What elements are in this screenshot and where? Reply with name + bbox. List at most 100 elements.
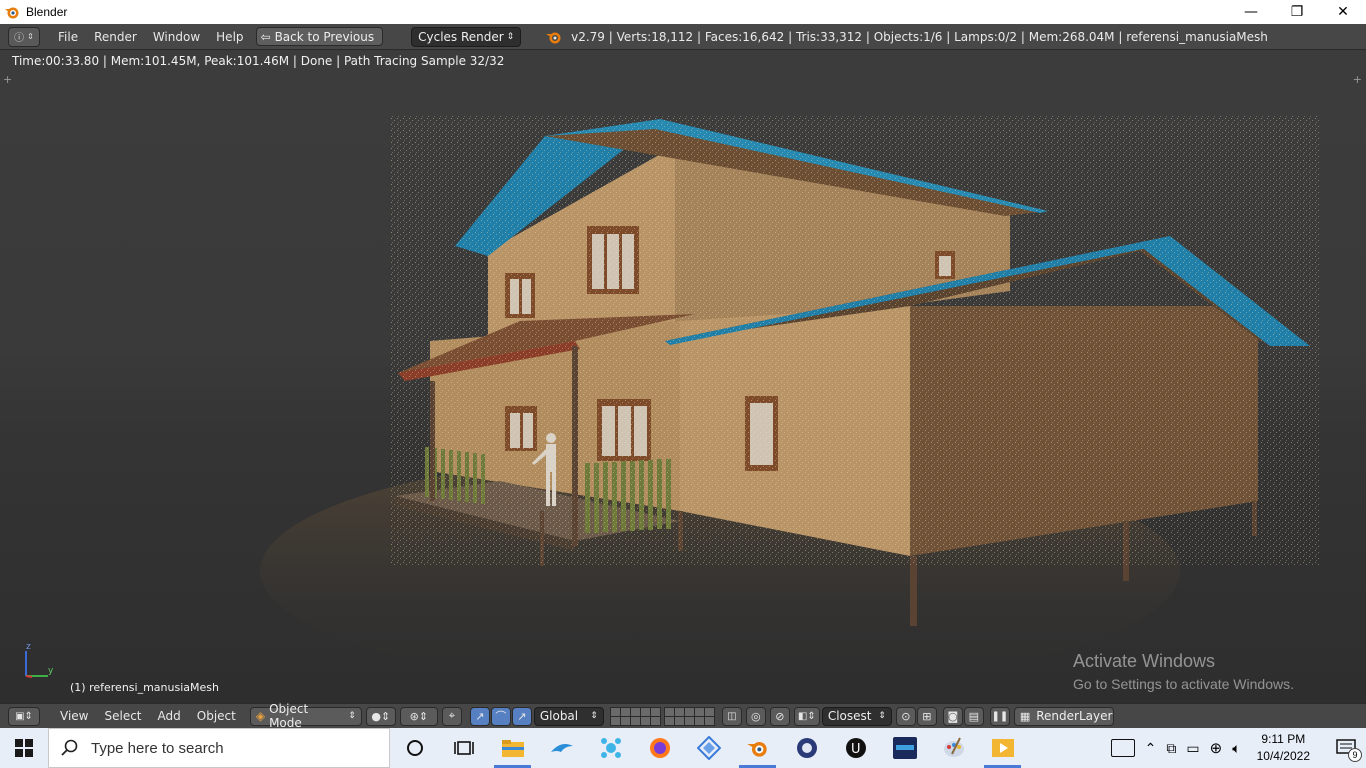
render-window-taskbar-icon[interactable] bbox=[978, 728, 1027, 768]
windows-taskbar: Type here to search U ⌃ ⧉ ▭ ⊕ 🔈︎ 9:11 PM… bbox=[0, 728, 1366, 768]
layer-grid-right[interactable] bbox=[663, 706, 715, 726]
3d-view-header: ▣⇕ View Select Add Object ◈ Object Mode … bbox=[0, 702, 1366, 730]
render-status-text: Time:00:33.80 | Mem:101.45M, Peak:101.46… bbox=[12, 54, 505, 68]
minimize-button[interactable]: — bbox=[1228, 0, 1274, 24]
unreal-u-icon: U bbox=[845, 738, 866, 758]
volume-icon[interactable]: 🔈︎ bbox=[1232, 740, 1240, 757]
pause-icon: ❚❚ bbox=[991, 710, 1009, 722]
network-globe-icon[interactable]: ⊕ bbox=[1210, 739, 1223, 757]
dolphin-icon bbox=[550, 744, 573, 752]
updown-arrows-icon: ⇕ bbox=[878, 711, 886, 721]
translate-manipulator-button[interactable]: ↗ bbox=[469, 706, 490, 726]
pivot-point-select[interactable]: ⊛⇕ bbox=[399, 706, 438, 726]
render-engine-select[interactable]: Cycles Render ⇕ bbox=[411, 26, 522, 47]
chevron-up-icon[interactable]: ⌃ bbox=[1145, 740, 1157, 757]
menu-select[interactable]: Select bbox=[96, 709, 149, 723]
info-icon: ⓘ bbox=[14, 33, 25, 44]
render-engine-value: Cycles Render bbox=[418, 29, 504, 44]
opengl-render-animation-button[interactable]: ▤ bbox=[963, 706, 984, 726]
region-expand-left-icon[interactable]: + bbox=[3, 73, 12, 86]
firefox-taskbar-icon[interactable] bbox=[635, 728, 684, 768]
proportional-edit-icon: ◎ bbox=[751, 709, 761, 723]
rotate-arc-icon: ⌒ bbox=[495, 710, 507, 723]
scale-arrow-icon: ↗ bbox=[517, 709, 527, 723]
region-expand-right-icon[interactable]: + bbox=[1353, 73, 1362, 86]
back-to-previous-button[interactable]: ⇦ Back to Previous bbox=[255, 27, 384, 46]
folder-icon bbox=[501, 740, 524, 757]
menu-file[interactable]: File bbox=[50, 30, 86, 44]
input-indicator-icon[interactable] bbox=[1110, 739, 1135, 757]
updown-arrows-icon: ⇕ bbox=[506, 31, 515, 42]
snap-target-select[interactable]: Closest ⇕ bbox=[821, 706, 892, 726]
rendered-house-scene bbox=[260, 116, 1320, 691]
blender-taskbar-icon[interactable] bbox=[733, 728, 782, 768]
unreal-engine-taskbar-icon[interactable]: U bbox=[831, 728, 880, 768]
info-header: ⓘ ⇕ File Render Window Help ⇦ Back to Pre… bbox=[0, 24, 1366, 50]
snap-project-button[interactable]: ⊞ bbox=[916, 706, 937, 726]
notification-count-badge: 9 bbox=[1348, 748, 1362, 762]
menu-render[interactable]: Render bbox=[86, 30, 145, 44]
menu-add[interactable]: Add bbox=[150, 709, 189, 723]
menu-window[interactable]: Window bbox=[145, 30, 208, 44]
search-placeholder: Type here to search bbox=[91, 739, 224, 757]
layer-grid-left[interactable] bbox=[609, 706, 661, 726]
taskbar-clock[interactable]: 9:11 PM 10/4/2022 bbox=[1257, 731, 1310, 765]
file-explorer-taskbar-icon[interactable] bbox=[488, 728, 537, 768]
transform-orientation-select[interactable]: Global ⇕ bbox=[533, 706, 604, 726]
render-layer-value: RenderLayer bbox=[1036, 709, 1113, 723]
media-app-taskbar-icon[interactable] bbox=[880, 728, 929, 768]
proportional-edit-button[interactable]: ◎ bbox=[745, 706, 766, 726]
meet-now-icon[interactable]: ⧉ bbox=[1166, 740, 1176, 757]
activate-windows-watermark: Activate Windows Go to Settings to activ… bbox=[1073, 651, 1294, 692]
interaction-mode-select[interactable]: ◈ Object Mode ⇕ bbox=[249, 702, 362, 730]
maximize-button[interactable]: ❐ bbox=[1274, 0, 1320, 24]
snap-element-icon: ◧⇕ bbox=[797, 710, 816, 722]
search-icon bbox=[61, 739, 78, 756]
clapperboard-icon: ▤ bbox=[968, 709, 980, 723]
snap-align-rotation-button[interactable]: ⊙ bbox=[895, 706, 916, 726]
editor-type-selector-3d[interactable]: ▣⇕ bbox=[8, 706, 40, 726]
pivot-icon: ⊛⇕ bbox=[409, 709, 429, 723]
paint-taskbar-icon[interactable] bbox=[929, 728, 978, 768]
snap-target-value: Closest bbox=[827, 709, 872, 723]
layer-buttons[interactable] bbox=[609, 706, 718, 726]
app-tile-icon bbox=[892, 737, 917, 759]
snap-element-select[interactable]: ◧⇕ bbox=[793, 706, 820, 726]
action-center-button[interactable]: 9 bbox=[1334, 736, 1362, 762]
sketchup-taskbar-icon[interactable] bbox=[684, 728, 733, 768]
cortana-button[interactable] bbox=[390, 728, 439, 768]
active-object-label: (1) referensi_manusiaMesh bbox=[70, 681, 219, 694]
snap-align-icon: ⊙ bbox=[901, 709, 911, 723]
axis-gizmo: z y bbox=[25, 642, 54, 678]
editor-type-selector[interactable]: ⓘ ⇕ bbox=[8, 26, 40, 47]
viewport-shading-select[interactable]: ●⇕ bbox=[365, 706, 396, 726]
activate-windows-subtitle: Go to Settings to activate Windows. bbox=[1073, 676, 1294, 692]
opengl-render-image-button[interactable]: ◙ bbox=[942, 706, 963, 726]
diamond-icon bbox=[696, 736, 721, 760]
render-layer-select[interactable]: ▦ RenderLayer bbox=[1013, 706, 1114, 726]
rotate-manipulator-button[interactable]: ⌒ bbox=[490, 706, 511, 726]
3d-viewport[interactable]: Time:00:33.80 | Mem:101.45M, Peak:101.46… bbox=[0, 51, 1366, 703]
pause-render-button[interactable]: ❚❚ bbox=[989, 706, 1010, 726]
task-view-button[interactable] bbox=[439, 728, 488, 768]
axis-z-label: z bbox=[26, 642, 31, 652]
dolphin-app-taskbar-icon[interactable] bbox=[537, 728, 586, 768]
layer-lock-icon: ◫ bbox=[727, 710, 737, 722]
molecule-icon bbox=[600, 738, 621, 758]
scale-manipulator-button[interactable]: ↗ bbox=[511, 706, 532, 726]
close-button[interactable]: ✕ bbox=[1320, 0, 1366, 24]
snap-toggle-button[interactable]: ⊘ bbox=[769, 706, 790, 726]
menu-object[interactable]: Object bbox=[189, 709, 244, 723]
obs-taskbar-icon[interactable] bbox=[782, 728, 831, 768]
paint-3d-taskbar-icon[interactable] bbox=[586, 728, 635, 768]
menu-help[interactable]: Help bbox=[208, 30, 251, 44]
start-button[interactable] bbox=[0, 728, 48, 768]
shading-sphere-icon: ●⇕ bbox=[371, 709, 391, 723]
battery-icon[interactable]: ▭ bbox=[1186, 740, 1199, 757]
manipulator-toggle[interactable]: ⌖ bbox=[441, 706, 462, 726]
cube-view-icon: ▣⇕ bbox=[15, 710, 33, 722]
window-title: Blender bbox=[26, 5, 68, 19]
taskbar-search-box[interactable]: Type here to search bbox=[48, 728, 390, 768]
menu-view[interactable]: View bbox=[52, 709, 96, 723]
layer-lock-button[interactable]: ◫ bbox=[721, 706, 742, 726]
